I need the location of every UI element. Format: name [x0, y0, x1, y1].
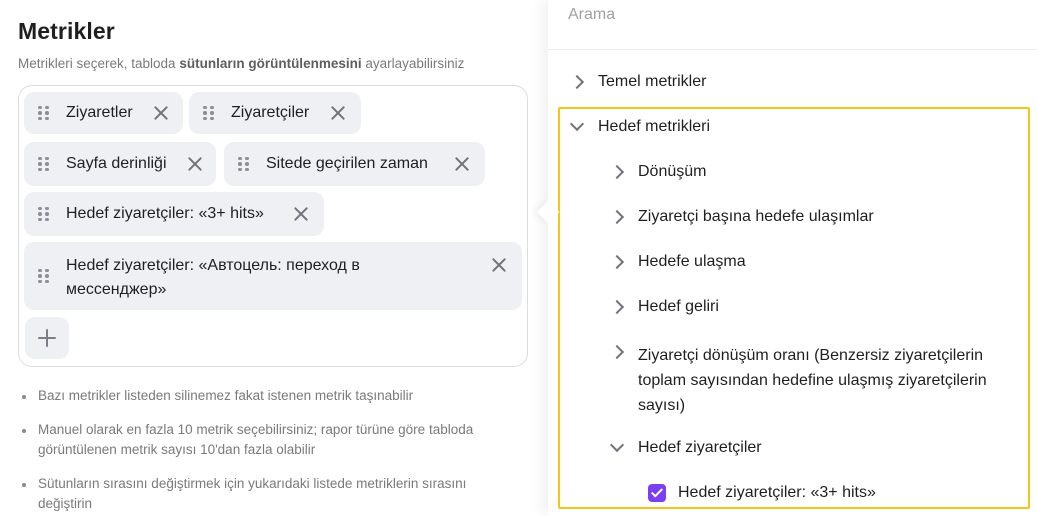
tree-item-visitor-conversion-rate[interactable]: Ziyaretçi dönüşüm oranı (Benzersiz ziyar… [609, 342, 1020, 414]
add-metric-button[interactable] [25, 317, 69, 359]
checkbox-checked-icon[interactable] [648, 484, 666, 502]
tree-item-label: Hedefe ulaşma [638, 253, 746, 270]
close-icon[interactable] [152, 104, 170, 122]
metrics-editor: Metrikler Metrikleri seçerek, tabloda sü… [0, 0, 548, 516]
drag-handle-icon[interactable] [38, 206, 50, 222]
tree-item-goal-revenue[interactable]: Hedef geliri [609, 297, 1010, 319]
metric-chip-label: Ziyaretler [66, 104, 133, 121]
metric-chip-goal-visitors-messenger[interactable]: Hedef ziyaretçiler: «Автоцель: переход в… [24, 242, 522, 310]
divider [548, 49, 1037, 50]
chevron-right-icon [609, 344, 625, 360]
metric-chip-label: Hedef ziyaretçiler: «Автоцель: переход в… [66, 257, 360, 298]
search-input[interactable]: Arama [568, 6, 615, 24]
close-icon[interactable] [453, 155, 471, 173]
tree-item-label: Hedef ziyaretçiler: «3+ hits» [678, 484, 876, 501]
chevron-right-icon [569, 74, 585, 90]
note-item: Sütunların sırasını değiştirmek için yuk… [20, 474, 530, 514]
chevron-down-icon [609, 437, 625, 453]
drag-handle-icon[interactable] [38, 105, 50, 121]
drag-handle-icon[interactable] [203, 105, 215, 121]
close-icon[interactable] [186, 155, 204, 173]
chevron-down-icon [569, 116, 585, 132]
tree-item-label: Hedef ziyaretçiler [638, 439, 762, 456]
drag-handle-icon[interactable] [38, 156, 50, 172]
close-icon[interactable] [329, 104, 347, 122]
metric-chip-page-depth[interactable]: Sayfa derinliği [24, 142, 216, 186]
metric-chip-time-on-site[interactable]: Sitede geçirilen zaman [224, 142, 485, 186]
close-icon[interactable] [490, 256, 508, 274]
tree-item-label: Hedef geliri [638, 298, 719, 315]
tree-item-label: Hedef metrikleri [598, 118, 711, 135]
tree-item-label: Ziyaretçi dönüşüm oranı (Benzersiz ziyar… [638, 347, 987, 414]
metrics-picker-panel: Arama Temel metrikler Hedef metrikleri D… [548, 0, 1037, 516]
page-title: Metrikler [18, 18, 115, 44]
tree-item-goal-reaches-per-visitor[interactable]: Ziyaretçi başına hedefe ulaşımlar [609, 207, 1010, 229]
chevron-right-icon [609, 254, 625, 270]
tree-item-goal-visitors[interactable]: Hedef ziyaretçiler [609, 437, 1010, 460]
tree-item-label: Dönüşüm [638, 163, 707, 180]
note-item: Bazı metrikler listeden silinemez fakat … [20, 386, 530, 406]
tree-item-conversion[interactable]: Dönüşüm [609, 162, 1010, 184]
tree-item-label: Ziyaretçi başına hedefe ulaşımlar [638, 208, 874, 225]
close-icon[interactable] [292, 205, 310, 223]
tree-item-label: Temel metrikler [598, 73, 707, 90]
metric-chip-label: Ziyaretçiler [231, 104, 310, 121]
note-item: Manuel olarak en fazla 10 metrik seçebil… [20, 420, 530, 460]
drag-handle-icon[interactable] [38, 268, 50, 284]
tree-item-basic-metrics[interactable]: Temel metrikler [569, 72, 1010, 94]
tree-item-goal-metrics[interactable]: Hedef metrikleri [569, 116, 1010, 139]
metric-chip-label: Hedef ziyaretçiler: «3+ hits» [66, 205, 264, 222]
metric-chip-visits[interactable]: Ziyaretler [24, 92, 183, 134]
drag-handle-icon[interactable] [238, 156, 250, 172]
tree-item-goal-visitors-3hits[interactable]: Hedef ziyaretçiler: «3+ hits» [648, 483, 1008, 505]
selected-metrics-box: Ziyaretler Ziyaretçiler Sayfa derinliği … [18, 85, 528, 367]
metric-chip-label: Sayfa derinliği [66, 155, 167, 172]
chevron-right-icon [609, 164, 625, 180]
page-subtitle: Metrikleri seçerek, tabloda sütunların g… [18, 56, 465, 71]
metric-chip-visitors[interactable]: Ziyaretçiler [189, 92, 361, 134]
help-notes: Bazı metrikler listeden silinemez fakat … [20, 386, 530, 516]
tree-item-goal-reaches[interactable]: Hedefe ulaşma [609, 252, 1010, 274]
metric-chip-goal-visitors-3hits[interactable]: Hedef ziyaretçiler: «3+ hits» [24, 192, 324, 236]
chevron-right-icon [609, 299, 625, 315]
chevron-right-icon [609, 209, 625, 225]
metric-chip-label: Sitede geçirilen zaman [266, 155, 428, 172]
